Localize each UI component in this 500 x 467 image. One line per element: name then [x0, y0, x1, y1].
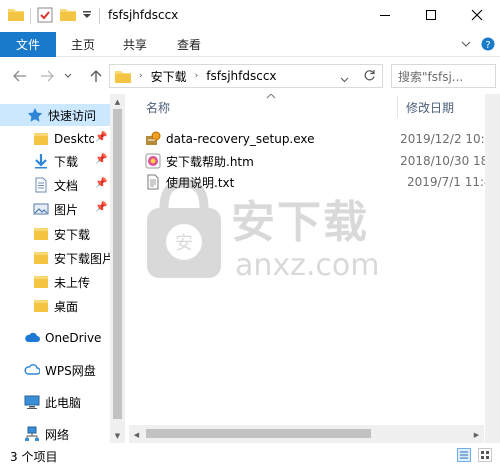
properties-check-icon[interactable] — [37, 7, 53, 23]
star-icon — [27, 107, 43, 123]
quick-access-dropdown-icon[interactable] — [82, 11, 92, 19]
network-icon — [24, 426, 40, 442]
svg-text:?: ? — [485, 40, 490, 51]
sidebar-item-network[interactable]: 网络 — [0, 423, 110, 443]
scroll-right-icon[interactable]: ▶ — [469, 427, 484, 442]
address-dropdown-icon[interactable] — [340, 72, 349, 86]
scrollbar-thumb[interactable] — [113, 109, 122, 419]
tab-file[interactable]: 文件 — [0, 32, 56, 57]
details-view-button[interactable] — [457, 448, 471, 462]
file-list-horizontal-scrollbar[interactable]: ◀ ▶ — [129, 425, 484, 443]
minimize-button[interactable] — [362, 0, 408, 30]
tab-view[interactable]: 查看 — [177, 32, 201, 57]
item-count: 3 个项目 — [10, 450, 58, 464]
download-arrow-icon — [33, 153, 49, 169]
watermark-logo: 安 安下载 anxz.com — [139, 178, 380, 298]
file-list: 名称 修改日期 data-recovery_setup.exe 2019/12/… — [129, 94, 500, 443]
expand-ribbon-icon[interactable] — [461, 38, 471, 52]
address-bar[interactable]: › 安下载 › fsfsjhfdsccx — [109, 64, 383, 88]
column-header-name[interactable]: 名称 — [146, 94, 170, 120]
sidebar-item-this-pc[interactable]: 此电脑 — [0, 391, 110, 413]
breadcrumb-chevron-icon: › — [194, 71, 199, 81]
breadcrumb-chevron-icon: › — [139, 71, 143, 81]
title-bar: fsfsjhfdsccx — [0, 0, 500, 32]
sidebar-item-not-uploaded[interactable]: 未上传 — [0, 271, 110, 293]
sidebar-item-anxiazai-pictures[interactable]: 安下载图片 — [0, 247, 110, 269]
recent-locations-icon[interactable] — [62, 66, 74, 86]
pin-icon[interactable]: 📌 — [95, 178, 107, 189]
sidebar-item-anxiazai[interactable]: 安下载 — [0, 223, 110, 245]
sidebar-item-downloads[interactable]: 下载 📌 — [0, 150, 110, 172]
column-header-date[interactable]: 修改日期 — [406, 94, 454, 120]
ribbon-tabs: 文件 主页 共享 查看 ? — [0, 32, 500, 57]
folder-icon — [8, 7, 24, 21]
large-icons-view-button[interactable] — [478, 448, 492, 462]
sidebar-item-onedrive[interactable]: OneDrive — [0, 327, 110, 349]
watermark-text: 安下载 — [231, 197, 369, 248]
web-page-icon — [145, 153, 161, 169]
tab-home[interactable]: 主页 — [71, 32, 95, 57]
window-title: fsfsjhfdsccx — [108, 8, 179, 22]
back-button[interactable] — [10, 66, 30, 86]
sidebar-item-desktop[interactable]: Desktop 📌 — [0, 128, 110, 150]
pin-icon[interactable]: 📌 — [95, 202, 107, 213]
navigation-bar: › 安下载 › fsfsjhfdsccx 搜索"fsfsj... — [0, 58, 500, 94]
refresh-icon[interactable] — [363, 69, 376, 85]
breadcrumb-segment[interactable]: 安下载 — [151, 68, 187, 85]
up-button[interactable] — [86, 66, 106, 86]
status-bar: 3 个项目 — [0, 443, 500, 467]
folder-icon — [33, 226, 49, 242]
sidebar-item-documents[interactable]: 文档 📌 — [0, 174, 110, 196]
file-row[interactable]: data-recovery_setup.exe 2019/12/2 10:45 — [145, 128, 500, 150]
scroll-left-icon[interactable]: ◀ — [129, 427, 144, 442]
scroll-down-icon[interactable]: ▼ — [110, 428, 125, 443]
pin-icon[interactable]: 📌 — [95, 154, 107, 165]
scrollbar-thumb[interactable] — [146, 429, 371, 438]
folder-icon — [115, 69, 131, 83]
close-button[interactable] — [454, 0, 500, 30]
installer-icon — [145, 131, 161, 147]
picture-icon — [33, 201, 49, 217]
sidebar-item-quick-access[interactable]: 快速访问 — [0, 104, 110, 126]
navigation-pane: 快速访问 Desktop 📌 下载 📌 文档 📌 图片 📌 安下载 安下载图片 … — [0, 94, 125, 443]
sidebar-item-wps-drive[interactable]: WPS网盘 — [0, 359, 110, 381]
forward-button[interactable] — [37, 66, 57, 86]
watermark-shield-glyph: 安 — [175, 233, 193, 254]
file-list-vertical-scrollbar[interactable] — [485, 94, 500, 425]
sidebar-item-desktop-cn[interactable]: 桌面 — [0, 295, 110, 317]
search-input[interactable]: 搜索"fsfsj... — [391, 64, 496, 88]
breadcrumb-segment[interactable]: fsfsjhfdsccx — [206, 69, 276, 83]
sort-ascending-icon — [266, 94, 276, 101]
nav-pane-scrollbar[interactable]: ▲ ▼ — [110, 94, 125, 443]
cloud-icon — [24, 330, 40, 346]
cloud-icon — [24, 362, 41, 378]
folder-icon — [33, 274, 49, 290]
computer-icon — [24, 394, 40, 410]
folder-icon — [33, 131, 49, 147]
sidebar-item-pictures[interactable]: 图片 📌 — [0, 198, 110, 220]
watermark-subtext: anxz.com — [235, 248, 380, 283]
folder-icon — [33, 250, 49, 266]
folder-icon — [33, 298, 49, 314]
scroll-up-icon[interactable]: ▲ — [110, 94, 125, 109]
tab-share[interactable]: 共享 — [123, 32, 147, 57]
maximize-button[interactable] — [408, 0, 454, 30]
new-folder-icon[interactable] — [60, 7, 76, 21]
pin-icon[interactable]: 📌 — [95, 132, 107, 143]
help-icon[interactable]: ? — [481, 37, 495, 54]
document-icon — [33, 177, 49, 193]
file-row[interactable]: 安下载帮助.htm 2018/10/30 18:4 — [145, 150, 500, 172]
